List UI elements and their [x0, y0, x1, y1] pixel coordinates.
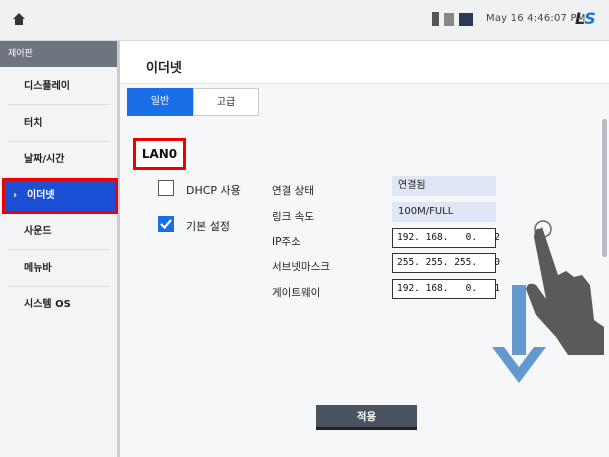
ip-address-label: IP주소	[272, 236, 301, 248]
home-icon[interactable]	[12, 12, 26, 26]
gateway-input[interactable]: 192. 168. 0. 1	[392, 279, 500, 299]
sidebar-item-system-os[interactable]: 시스템 OS	[8, 287, 111, 323]
network-icon	[459, 12, 473, 26]
sd-card-icon	[444, 12, 454, 26]
apply-button[interactable]: 적용	[316, 405, 417, 430]
dhcp-label: DHCP 사용	[186, 184, 241, 197]
usb-icon	[432, 12, 439, 26]
tab-bar: 일반 고급	[127, 88, 259, 116]
clock: May 16 4:46:07 PM	[486, 13, 586, 24]
top-bar: May 16 4:46:07 PM LS	[0, 0, 609, 41]
sidebar-item-sound[interactable]: 사운드	[8, 214, 111, 250]
title-bar: 이더넷	[120, 41, 609, 84]
link-status-value: 연결됨	[392, 176, 496, 196]
link-speed-label: 링크 속도	[272, 211, 314, 223]
brand-logo: LS	[575, 9, 596, 28]
page-title: 이더넷	[146, 61, 182, 76]
sidebar-item-label: 이더넷	[27, 190, 55, 201]
scroll-down-arrow-icon	[492, 285, 546, 383]
default-settings-checkbox[interactable]	[158, 216, 174, 232]
sidebar: 제어판 디스플레이 터치 날짜/시간 › 이더넷 사운드 메뉴바 시스템 OS	[0, 41, 120, 457]
sidebar-title: 제어판	[0, 41, 117, 67]
sidebar-item-menubar[interactable]: 메뉴바	[8, 251, 111, 287]
default-settings-label: 기본 설정	[186, 220, 230, 233]
sidebar-item-datetime[interactable]: 날짜/시간	[8, 142, 111, 178]
link-status-label: 연결 상태	[272, 185, 314, 197]
chevron-right-icon: ›	[13, 190, 18, 201]
subnet-mask-input[interactable]: 255. 255. 255. 0	[392, 253, 500, 273]
tab-general[interactable]: 일반	[127, 88, 193, 116]
sidebar-item-touch[interactable]: 터치	[8, 106, 111, 142]
ip-address-input[interactable]: 192. 168. 0. 2	[392, 228, 500, 248]
tab-advanced[interactable]: 고급	[193, 88, 259, 116]
sidebar-item-ethernet[interactable]: › 이더넷	[2, 178, 118, 214]
dhcp-checkbox[interactable]	[158, 180, 174, 196]
status-icons	[432, 12, 473, 26]
interface-label: LAN0	[133, 138, 186, 170]
gateway-label: 게이트웨이	[272, 287, 321, 299]
subnet-mask-label: 서브넷마스크	[272, 261, 330, 273]
link-speed-value: 100M/FULL	[392, 202, 496, 222]
sidebar-item-display[interactable]: 디스플레이	[8, 69, 111, 105]
